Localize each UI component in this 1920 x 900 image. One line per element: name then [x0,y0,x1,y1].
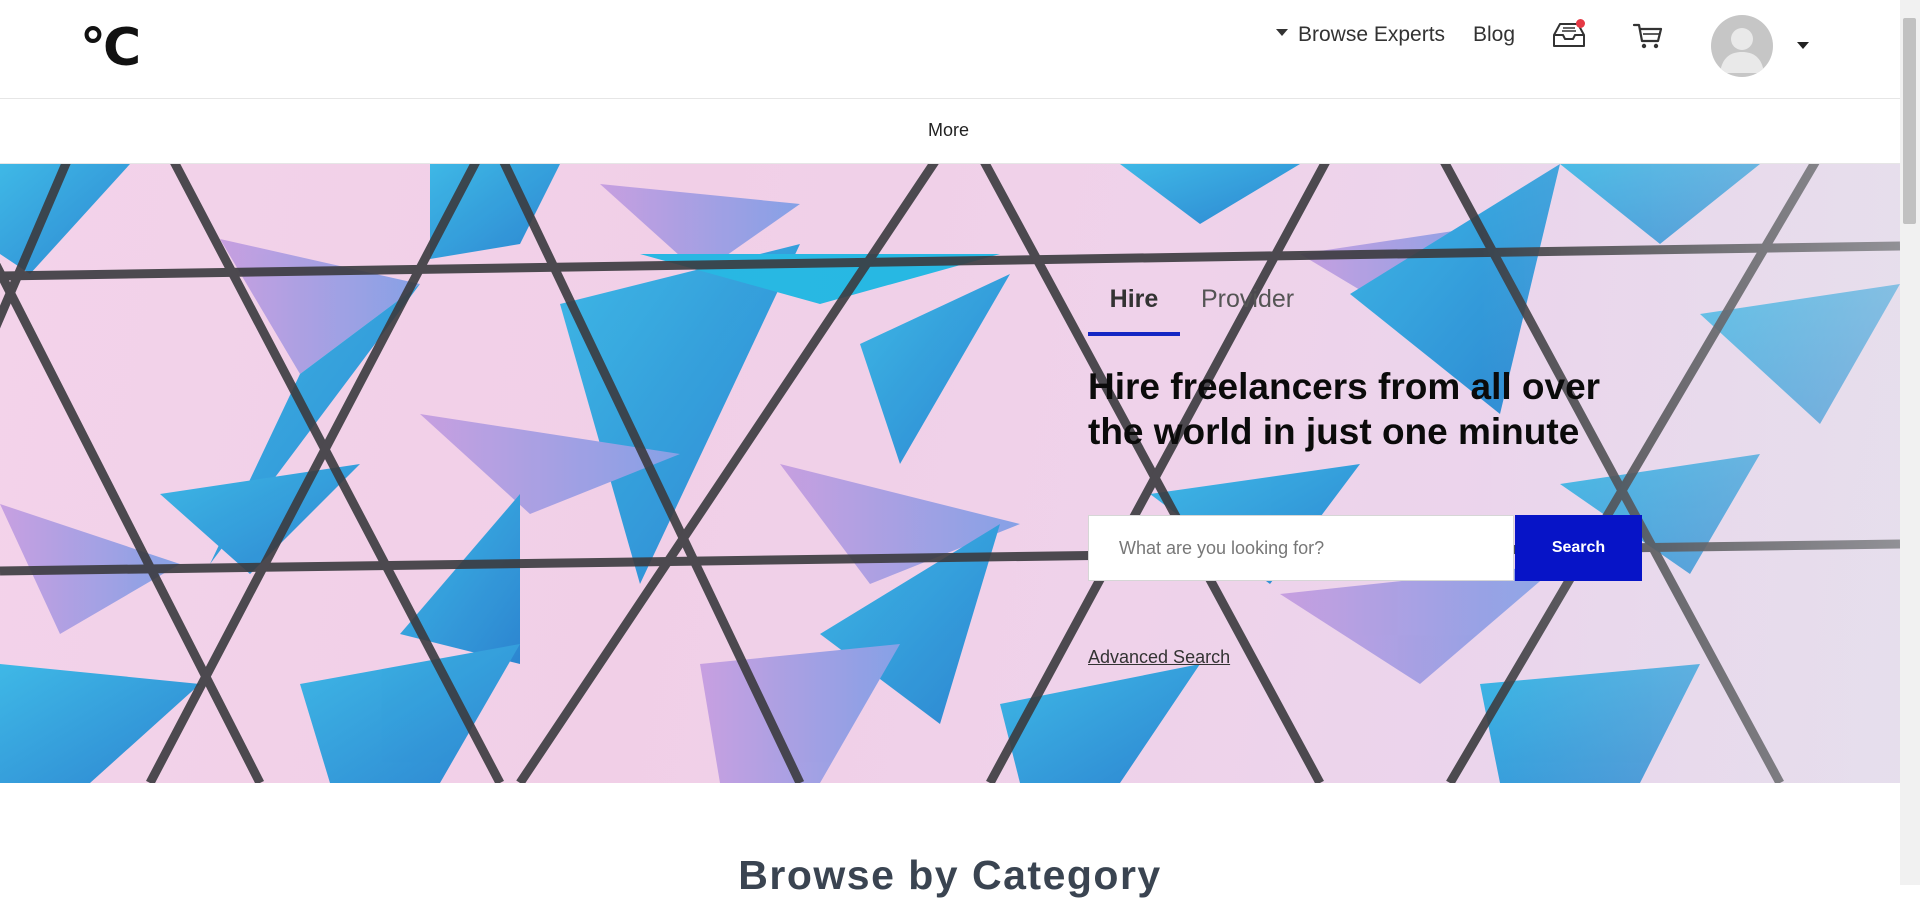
hero-banner: Hire Provider Hire freelancers from all … [0,164,1900,783]
advanced-search-link[interactable]: Advanced Search [1088,647,1230,668]
cart-button[interactable] [1632,20,1664,52]
hero-title: Hire freelancers from all over the world… [1088,366,1601,452]
blog-link[interactable]: Blog [1473,22,1515,48]
search-button[interactable]: Search [1515,515,1642,581]
secondary-nav: More [0,99,1900,164]
tab-hire[interactable]: Hire [1088,284,1180,336]
notification-dot [1576,19,1585,28]
top-header: °C Browse Experts Blog [0,0,1900,99]
search-box [1088,515,1514,581]
more-menu-link[interactable]: More [928,120,969,141]
scrollbar-thumb[interactable] [1903,18,1916,224]
caret-down-icon [1276,28,1288,36]
browse-experts-label: Browse Experts [1298,23,1446,46]
browse-by-category-heading: Browse by Category [738,852,1162,898]
search-input[interactable] [1089,516,1513,580]
page-scrollbar[interactable] [1900,0,1920,885]
inbox-button[interactable] [1551,18,1587,52]
site-logo[interactable]: °C [80,22,141,74]
tab-provider[interactable]: Provider [1201,284,1294,332]
hero-right-fade [1480,164,1900,783]
user-avatar[interactable] [1711,15,1773,77]
browse-experts-menu[interactable]: Browse Experts [1276,22,1445,48]
account-menu-caret-icon[interactable] [1797,42,1809,49]
user-silhouette-icon [1720,28,1764,73]
cart-icon [1632,23,1663,49]
